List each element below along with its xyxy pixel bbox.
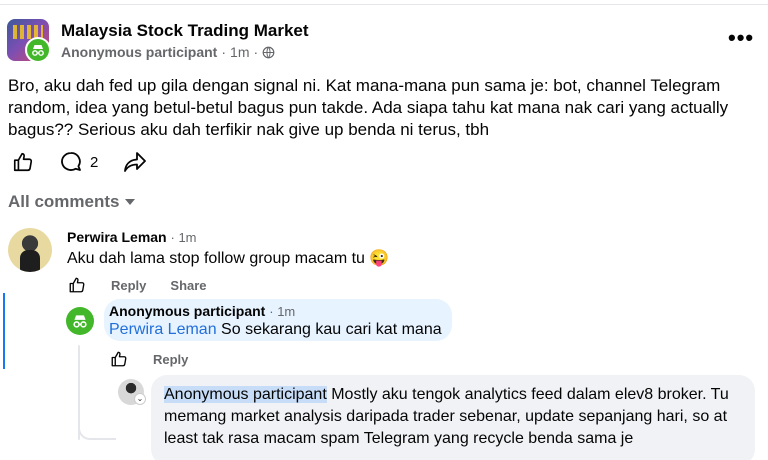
highlight-indicator	[3, 293, 5, 369]
incognito-icon	[73, 315, 87, 328]
reply-button[interactable]: Reply	[153, 352, 188, 367]
comments-filter-dropdown[interactable]: All comments	[8, 192, 136, 212]
comment-actions: Reply	[109, 350, 188, 368]
caret-down-icon	[125, 199, 136, 205]
post-actions: 2	[10, 149, 148, 175]
comment-time[interactable]: · 1m	[171, 230, 197, 245]
comment-time[interactable]: · 1m	[269, 304, 295, 319]
mention-tag[interactable]: Anonymous participant	[164, 386, 327, 403]
incognito-icon	[32, 45, 44, 56]
comment-actions: Reply Share	[67, 276, 207, 294]
comment-text: Perwira Leman So sekarang kau cari kat m…	[109, 321, 442, 339]
like-icon[interactable]	[10, 149, 36, 175]
post-body: Bro, aku dah fed up gila dengan signal n…	[8, 76, 729, 139]
comment-author[interactable]: Perwira Leman	[67, 229, 167, 245]
post-author[interactable]: Anonymous participant	[61, 44, 217, 60]
share-icon[interactable]	[122, 149, 148, 175]
share-button[interactable]: Share	[170, 278, 206, 293]
comment-author-line: Perwira Leman · 1m	[67, 229, 197, 245]
top-divider	[0, 4, 768, 5]
comment-icon[interactable]	[58, 149, 84, 175]
more-options-button[interactable]: •••	[728, 27, 754, 49]
meta-separator: ·	[221, 44, 227, 60]
comment-body: So sekarang kau cari kat mana	[216, 321, 442, 338]
comment-author[interactable]: Anonymous participant	[109, 303, 265, 319]
comment-count: 2	[90, 153, 99, 171]
like-icon[interactable]	[67, 276, 87, 294]
globe-icon	[262, 46, 275, 58]
post-meta: Anonymous participant · 1m ·	[61, 44, 275, 60]
group-name[interactable]: Malaysia Stock Trading Market	[61, 21, 309, 41]
comment-author-line: Anonymous participant · 1m	[109, 303, 295, 319]
anonymous-avatar[interactable]	[66, 307, 94, 335]
reply-button[interactable]: Reply	[111, 278, 146, 293]
comments-filter-label: All comments	[8, 192, 120, 211]
chevron-down-icon[interactable]: ⌄	[134, 393, 146, 405]
like-icon[interactable]	[109, 350, 129, 368]
meta-separator-2: ·	[253, 44, 259, 60]
reply-input-text[interactable]: Anonymous participant Mostly aku tengok …	[164, 384, 744, 450]
comment-text: Aku dah lama stop follow group macam tu …	[67, 250, 390, 267]
post-time[interactable]: 1m	[230, 44, 249, 60]
avatar[interactable]	[8, 228, 52, 272]
mention-link[interactable]: Perwira Leman	[109, 321, 217, 338]
anonymous-avatar-badge	[25, 37, 51, 63]
thread-connector	[78, 380, 116, 440]
